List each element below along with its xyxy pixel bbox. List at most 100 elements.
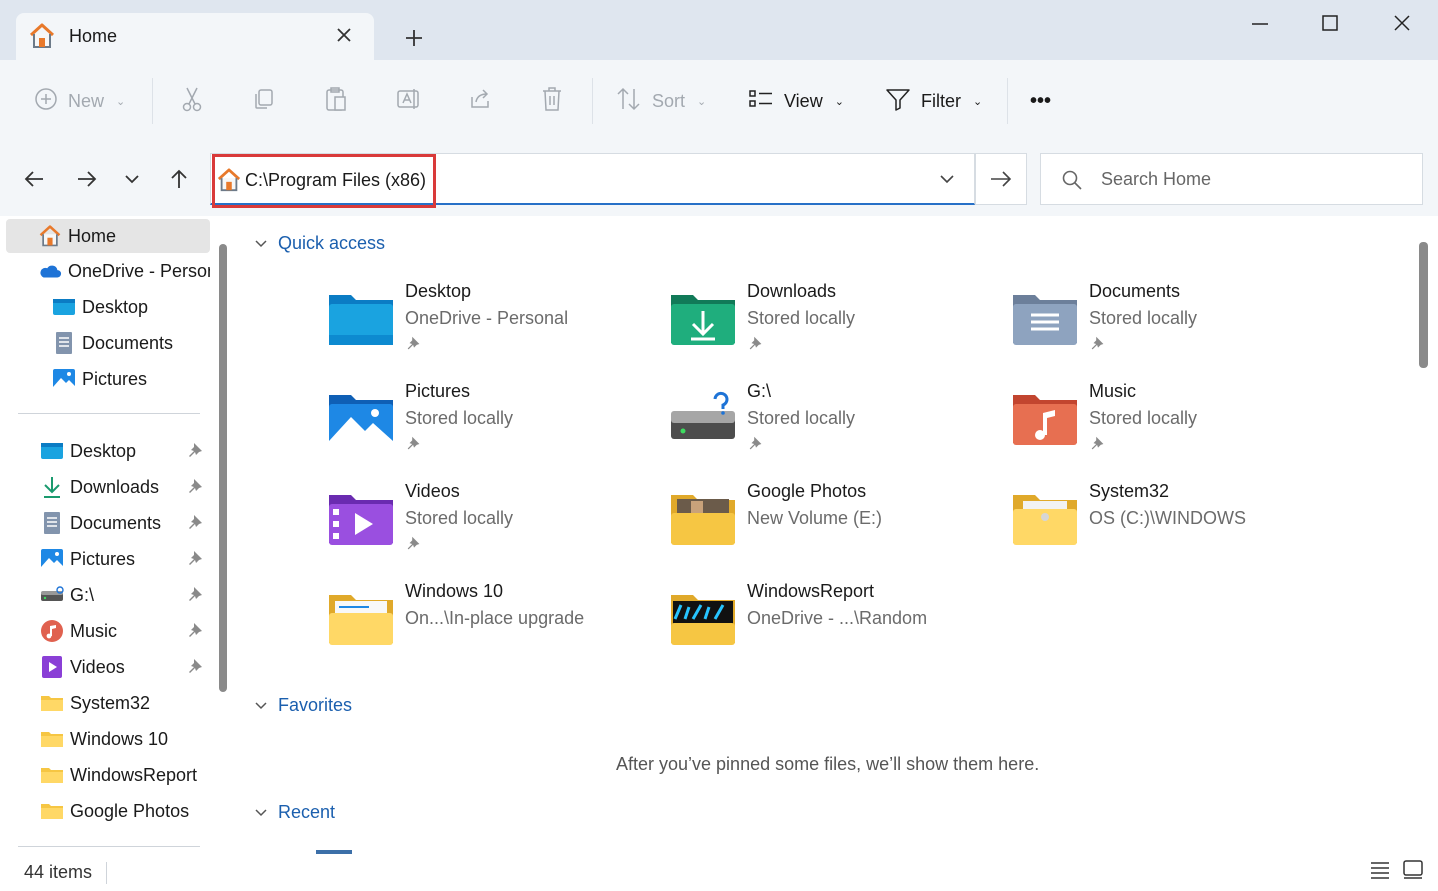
sidebar-item-desktop[interactable]: Desktop <box>0 290 210 324</box>
quick-access-music[interactable]: Music Stored locally <box>1013 381 1343 473</box>
sidebar-item-system32[interactable]: System32 <box>0 686 210 720</box>
trash-icon <box>540 86 564 117</box>
pin-icon <box>186 549 206 569</box>
chevron-down-icon: ⌄ <box>116 95 126 108</box>
home-icon <box>28 23 56 54</box>
pictures-icon <box>52 367 76 391</box>
view-button[interactable]: View ⌄ <box>748 84 844 118</box>
status-bar <box>0 854 1438 891</box>
new-tab-button[interactable] <box>400 24 428 52</box>
chevron-down-icon: ⌄ <box>834 95 844 108</box>
desktop-icon <box>40 439 64 463</box>
sidebar-item-home[interactable]: Home <box>6 219 210 253</box>
folder-icon <box>40 799 64 823</box>
sidebar-item-music[interactable]: Music <box>0 614 210 648</box>
copy-button[interactable] <box>252 84 276 118</box>
quick-access-google-photos[interactable]: Google Photos New Volume (E:) <box>671 481 1001 573</box>
sidebar-item-pictures[interactable]: Pictures <box>0 362 210 396</box>
sidebar-item-videos[interactable]: Videos <box>0 650 210 684</box>
sidebar-item-label: Home <box>68 225 117 246</box>
quick-access-pictures[interactable]: Pictures Stored locally <box>329 381 659 473</box>
back-arrow-icon[interactable] <box>17 162 51 196</box>
sidebar-item-onedrive[interactable]: OneDrive - Personal <box>0 254 210 288</box>
pin-icon <box>186 441 206 461</box>
divider <box>18 413 200 414</box>
quick-access-header[interactable]: Quick access <box>254 233 385 254</box>
divider <box>152 78 153 124</box>
sidebar-item-g-drive[interactable]: G:\ <box>0 578 210 612</box>
sidebar-item-label: System32 <box>70 692 151 713</box>
sidebar-item-pictures-pinned[interactable]: Pictures <box>0 542 210 576</box>
forward-arrow-icon[interactable] <box>70 162 104 196</box>
more-options-icon[interactable]: ••• <box>1030 84 1051 118</box>
minimize-icon[interactable] <box>1240 10 1280 36</box>
recent-header[interactable]: Recent <box>254 802 335 823</box>
new-button[interactable]: New ⌄ <box>34 84 125 118</box>
pin-icon <box>186 621 206 641</box>
sidebar-scrollbar[interactable] <box>219 244 227 692</box>
details-view-icon[interactable] <box>1369 860 1391 885</box>
quick-access-windows10[interactable]: Windows 10 On...\In-place upgrade <box>329 581 659 673</box>
sidebar-item-downloads[interactable]: Downloads <box>0 470 210 504</box>
sidebar-item-documents-pinned[interactable]: Documents <box>0 506 210 540</box>
favorites-header[interactable]: Favorites <box>254 695 352 716</box>
close-tab-icon[interactable] <box>332 23 356 47</box>
item-name: WindowsReport <box>747 581 875 601</box>
sidebar-item-google-photos[interactable]: Google Photos <box>0 794 210 828</box>
video-icon <box>40 655 64 679</box>
share-button[interactable] <box>468 84 492 118</box>
sidebar-item-label: Google Photos <box>70 800 190 821</box>
tab-home[interactable]: Home <box>16 13 374 60</box>
close-window-icon[interactable] <box>1382 10 1422 36</box>
quick-access-desktop[interactable]: Desktop OneDrive - Personal <box>329 281 659 373</box>
delete-button[interactable] <box>540 84 564 118</box>
sidebar-item-desktop-pinned[interactable]: Desktop <box>0 434 210 468</box>
search-placeholder: Search Home <box>1101 169 1212 189</box>
quick-access-g-drive[interactable]: G:\ Stored locally <box>671 381 1001 473</box>
quick-access-videos[interactable]: Videos Stored locally <box>329 481 659 573</box>
quick-access-windowsreport[interactable]: WindowsReport OneDrive - ...\Random <box>671 581 1001 673</box>
item-location: Stored locally <box>747 308 856 328</box>
command-bar: New ⌄ Sort ⌄ View ⌄ Filter ⌄ ••• <box>0 60 1438 143</box>
sidebar-item-windowsreport[interactable]: WindowsReport <box>0 758 210 792</box>
sort-button[interactable]: Sort ⌄ <box>616 84 706 118</box>
system-folder-icon <box>1013 489 1077 545</box>
go-button[interactable] <box>975 153 1027 205</box>
home-icon <box>38 224 62 248</box>
up-arrow-icon[interactable] <box>162 162 196 196</box>
search-input[interactable] <box>1040 153 1423 205</box>
rename-button[interactable] <box>396 84 422 118</box>
chevron-down-icon <box>254 233 268 254</box>
recent-locations-chevron-icon[interactable] <box>115 162 149 196</box>
sidebar-item-label: G:\ <box>70 584 95 605</box>
quick-access-system32[interactable]: System32 OS (C:)\WINDOWS <box>1013 481 1343 573</box>
documents-folder-icon <box>1013 289 1077 345</box>
item-name: Documents <box>1089 281 1181 301</box>
pin-icon <box>747 435 765 453</box>
pictures-icon <box>40 547 64 571</box>
address-history-chevron-icon[interactable] <box>938 172 956 191</box>
folder-icon <box>40 763 64 787</box>
sidebar-item-label: Documents <box>70 512 162 533</box>
pin-icon <box>1089 435 1107 453</box>
sidebar-item-label: OneDrive - Personal <box>68 260 210 281</box>
filter-button[interactable]: Filter ⌄ <box>885 84 982 118</box>
pin-icon <box>186 585 206 605</box>
maximize-icon[interactable] <box>1310 10 1350 36</box>
paste-button[interactable] <box>324 84 348 118</box>
main-scrollbar[interactable] <box>1419 242 1428 368</box>
view-label: View <box>784 90 823 111</box>
tiles-view-icon[interactable] <box>1401 858 1425 885</box>
item-name: Windows 10 <box>405 581 504 601</box>
quick-access-downloads[interactable]: Downloads Stored locally <box>671 281 1001 373</box>
divider <box>18 846 200 847</box>
quick-access-documents[interactable]: Documents Stored locally <box>1013 281 1343 373</box>
sidebar-item-documents[interactable]: Documents <box>0 326 210 360</box>
search-icon <box>1061 169 1083 196</box>
home-icon <box>216 168 242 197</box>
filter-icon <box>885 87 911 116</box>
cut-button[interactable] <box>180 84 204 118</box>
clipboard-icon <box>324 86 348 117</box>
plus-circle-icon <box>34 87 58 116</box>
sidebar-item-windows10[interactable]: Windows 10 <box>0 722 210 756</box>
